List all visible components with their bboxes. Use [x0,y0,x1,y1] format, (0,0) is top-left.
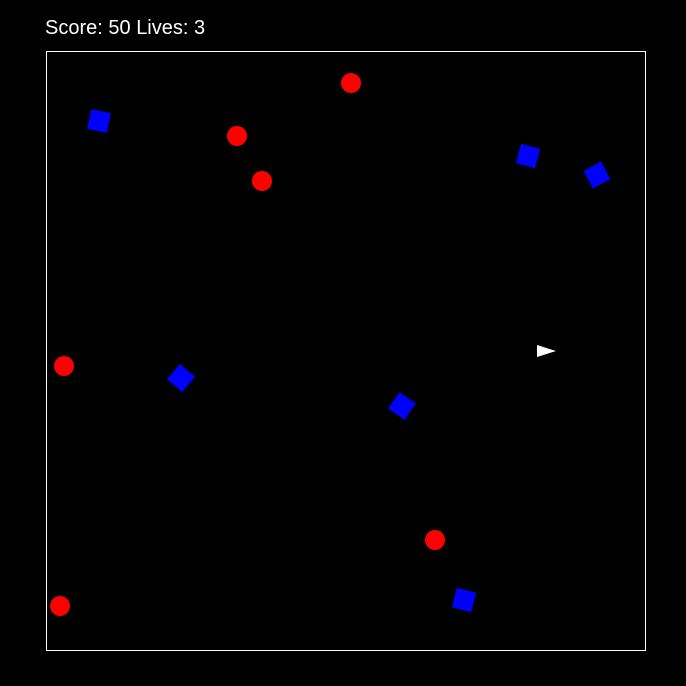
red-enemy-circle [252,171,272,191]
blue-enemy-square [388,392,416,420]
blue-enemy-square [583,161,611,189]
player-ship[interactable] [537,345,556,357]
blue-enemy-square [87,109,111,133]
red-enemy-circle [341,73,361,93]
blue-enemy-square [166,363,196,393]
blue-enemy-square [451,587,477,613]
red-enemy-circle [425,530,445,550]
red-enemy-circle [54,356,74,376]
red-enemy-circle [227,126,247,146]
game-scene [50,73,611,616]
blue-enemy-square [515,143,541,169]
red-enemy-circle [50,596,70,616]
